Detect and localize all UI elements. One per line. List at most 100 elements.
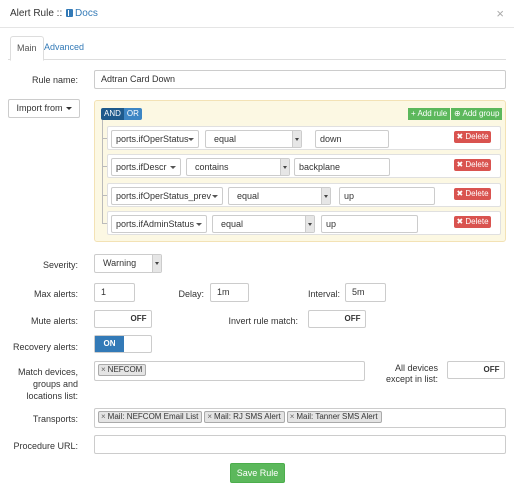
- severity-value: Warning: [103, 258, 137, 268]
- dropdown-arrow-icon: [292, 131, 301, 147]
- save-rule-button[interactable]: Save Rule: [230, 463, 285, 483]
- transport-tag[interactable]: × Mail: Tanner SMS Alert: [286, 411, 382, 423]
- mute-alerts-label: Mute alerts:: [30, 316, 78, 326]
- field-value: ports.ifOperStatus: [116, 134, 189, 144]
- invert-match-label: Invert rule match:: [228, 316, 298, 326]
- close-icon[interactable]: ×: [496, 6, 504, 21]
- add-group-label: Add group: [462, 109, 500, 118]
- tree-connector: [102, 120, 103, 224]
- tab-bar: Main Advanced: [8, 36, 506, 61]
- tag-label: Mail: RJ SMS Alert: [214, 412, 281, 421]
- delete-rule-button[interactable]: ✖ Delete: [454, 131, 491, 143]
- interval-input[interactable]: 5m: [345, 283, 386, 302]
- add-rule-label: Add rule: [417, 109, 448, 118]
- import-from-label: Import from: [16, 103, 63, 113]
- transports-label: Transports:: [32, 414, 78, 424]
- add-group-button[interactable]: ⊕ Add group: [451, 108, 503, 120]
- modal-title: Alert Rule :: Docs: [10, 8, 98, 19]
- delete-rule-button[interactable]: ✖ Delete: [454, 216, 491, 228]
- tag-label: Mail: NEFCOM Email List: [107, 412, 199, 421]
- transports-select[interactable]: × Mail: NEFCOM Email List × Mail: RJ SMS Al…: [94, 408, 506, 428]
- field-value: ports.ifOperStatus_prev: [116, 191, 212, 201]
- rule-builder: AND OR + Add rule ⊕ Add group ports.ifOp…: [94, 100, 506, 242]
- mute-alerts-toggle[interactable]: OFF: [94, 310, 152, 328]
- field-select[interactable]: ports.ifDescr: [111, 158, 181, 176]
- recovery-alerts-toggle[interactable]: ON: [94, 335, 152, 353]
- operator-value: equal: [214, 134, 237, 144]
- toggle-state: OFF: [344, 314, 361, 323]
- alert-rule-modal: Alert Rule :: Docs × Main Advanced Rule …: [0, 0, 514, 500]
- transport-tag[interactable]: × Mail: RJ SMS Alert: [204, 411, 285, 423]
- procedure-url-label: Procedure URL:: [13, 441, 78, 451]
- value-input[interactable]: backplane: [294, 158, 390, 176]
- delete-label: Delete: [465, 160, 489, 169]
- chevron-down-icon: [196, 223, 202, 226]
- operator-select[interactable]: contains: [186, 158, 290, 176]
- chevron-down-icon: [65, 107, 72, 111]
- field-select[interactable]: ports.ifAdminStatus: [111, 215, 207, 233]
- book-icon: [66, 9, 74, 17]
- max-alerts-label: Max alerts:: [33, 289, 78, 299]
- all-devices-toggle[interactable]: OFF: [447, 361, 505, 379]
- rule-row: ports.ifDescr contains backplane ✖ Delet…: [107, 154, 501, 178]
- add-rule-button[interactable]: + Add rule: [408, 108, 451, 120]
- delete-rule-button[interactable]: ✖ Delete: [454, 188, 491, 200]
- tag-label: NEFCOM: [107, 365, 143, 374]
- rule-row: ports.ifOperStatus_prev equal up ✖ Delet…: [107, 183, 501, 207]
- toggle-state: OFF: [130, 314, 147, 323]
- docs-link[interactable]: Docs: [75, 8, 98, 19]
- delay-input[interactable]: 1m: [210, 283, 249, 302]
- match-devices-label: Match devices, groups and locations list…: [17, 367, 78, 401]
- delete-label: Delete: [465, 217, 489, 226]
- field-value: ports.ifAdminStatus: [116, 219, 195, 229]
- field-select[interactable]: ports.ifOperStatus_prev: [111, 187, 223, 205]
- tag-label: Mail: Tanner SMS Alert: [296, 412, 378, 421]
- procedure-url-input[interactable]: [94, 435, 506, 454]
- rule-name-input[interactable]: Adtran Card Down: [94, 70, 506, 89]
- remove-icon[interactable]: ×: [101, 365, 106, 374]
- transport-tag[interactable]: × Mail: NEFCOM Email List: [98, 411, 203, 423]
- chevron-down-icon: [170, 166, 176, 169]
- chevron-down-icon: [212, 195, 218, 198]
- remove-icon[interactable]: ×: [290, 412, 295, 421]
- all-devices-label: All devices except in list:: [385, 363, 438, 384]
- interval-label: Interval:: [307, 289, 340, 299]
- match-devices-select[interactable]: × NEFCOM: [94, 361, 365, 381]
- delay-label: Delay:: [178, 289, 204, 299]
- severity-label: Severity:: [42, 260, 78, 270]
- toggle-state: OFF: [483, 365, 500, 374]
- tab-advanced[interactable]: Advanced: [38, 36, 90, 60]
- toggle-state: ON: [95, 336, 124, 352]
- title-prefix: Alert Rule ::: [10, 8, 66, 19]
- or-button[interactable]: OR: [123, 108, 142, 120]
- invert-match-toggle[interactable]: OFF: [308, 310, 366, 328]
- remove-icon[interactable]: ×: [101, 412, 106, 421]
- and-or-toggle[interactable]: AND OR: [101, 108, 142, 120]
- field-select[interactable]: ports.ifOperStatus: [111, 130, 199, 148]
- and-button[interactable]: AND: [101, 108, 124, 120]
- operator-select[interactable]: equal: [205, 130, 302, 148]
- operator-value: equal: [237, 191, 260, 201]
- severity-select[interactable]: Warning: [94, 254, 162, 273]
- value-input[interactable]: down: [315, 130, 389, 148]
- operator-value: contains: [195, 162, 229, 172]
- value-input[interactable]: up: [321, 215, 418, 233]
- import-from-button[interactable]: Import from: [8, 99, 80, 118]
- recovery-alerts-label: Recovery alerts:: [12, 342, 78, 352]
- device-tag[interactable]: × NEFCOM: [98, 364, 147, 376]
- chevron-down-icon: [188, 138, 194, 141]
- dropdown-arrow-icon: [321, 188, 330, 204]
- max-alerts-input[interactable]: 1: [94, 283, 135, 302]
- operator-select[interactable]: equal: [212, 215, 315, 233]
- delete-rule-button[interactable]: ✖ Delete: [454, 159, 491, 171]
- rule-row: ports.ifOperStatus equal down ✖ Delete: [107, 126, 501, 150]
- dropdown-arrow-icon: [305, 216, 314, 232]
- operator-select[interactable]: equal: [228, 187, 331, 205]
- dropdown-arrow-icon: [152, 255, 161, 272]
- rule-row: ports.ifAdminStatus equal up ✖ Delete: [107, 211, 501, 235]
- delete-label: Delete: [465, 189, 489, 198]
- field-value: ports.ifDescr: [116, 162, 167, 172]
- value-input[interactable]: up: [339, 187, 435, 205]
- remove-icon[interactable]: ×: [207, 412, 212, 421]
- modal-header: Alert Rule :: Docs ×: [0, 0, 514, 28]
